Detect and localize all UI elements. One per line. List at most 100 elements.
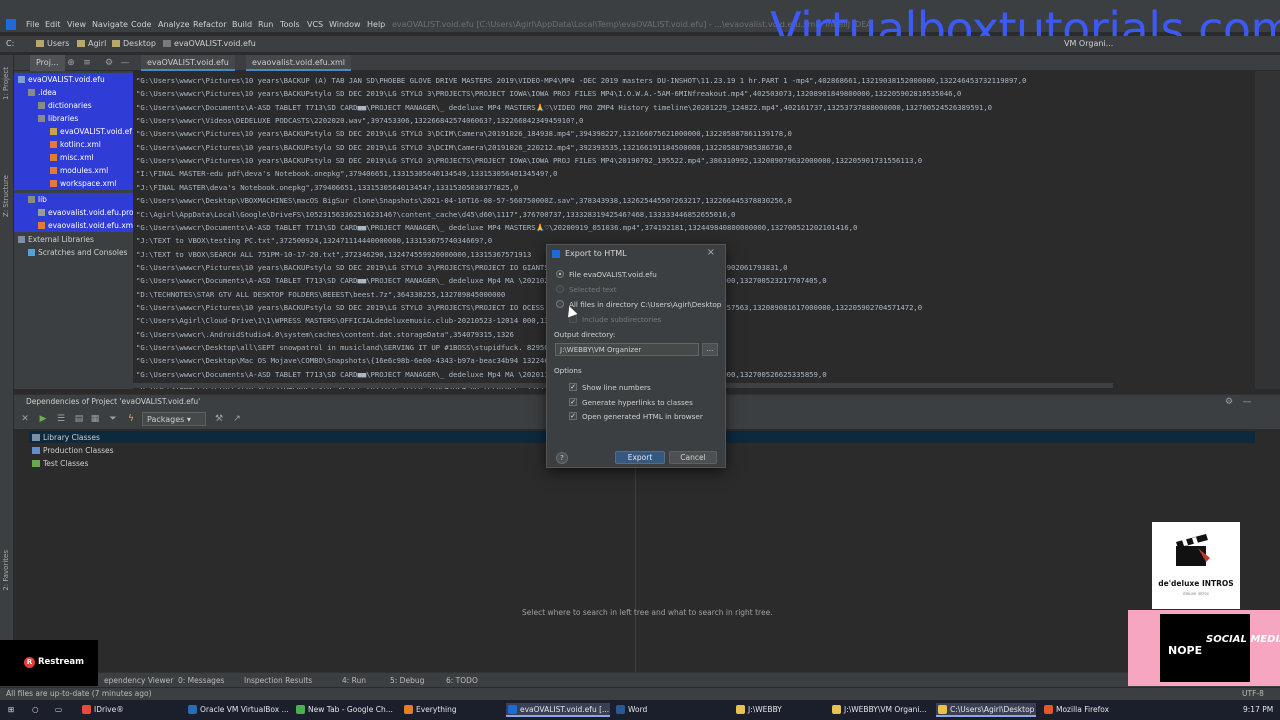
menu-analyze[interactable]: Analyze [158, 20, 190, 29]
breadcrumb-agirl[interactable]: Agirl [77, 39, 106, 48]
app-icon [188, 705, 197, 714]
menu-file[interactable]: File [26, 20, 39, 29]
taskbar-item[interactable]: IDrive® [80, 703, 170, 717]
tree-item-misc[interactable]: misc.xml [14, 151, 133, 164]
menu-edit[interactable]: Edit [45, 20, 61, 29]
tab-project[interactable]: Proj... [30, 55, 65, 71]
tree-item-idea[interactable]: .idea [14, 86, 133, 99]
dep-library-classes[interactable]: Library Classes [32, 433, 100, 442]
tree-item-workspace[interactable]: workspace.xml [14, 177, 133, 190]
encoding-indicator[interactable]: UTF-8 [1242, 689, 1264, 698]
target-icon[interactable]: ⊕ [66, 58, 76, 68]
lightning-icon[interactable]: ϟ [126, 414, 136, 424]
tree-icon[interactable]: ▤ [74, 414, 84, 424]
hide-panel-icon[interactable]: — [1242, 397, 1252, 407]
left-tool-strip: 1: Project Z: Structure 2: Favorites [0, 55, 14, 687]
menu-tools[interactable]: Tools [280, 20, 300, 29]
tree-item-lib[interactable]: lib [14, 193, 133, 206]
tree-item-dictionaries[interactable]: dictionaries [14, 99, 133, 112]
tab-inspection-results[interactable]: Inspection Results [244, 676, 312, 685]
close-icon[interactable]: ✕ [20, 414, 30, 424]
tab-todo[interactable]: 6: TODO [446, 676, 478, 685]
hide-icon[interactable]: — [120, 58, 130, 68]
tree-item-root[interactable]: evaOVALIST.void.efu [14, 73, 133, 86]
tree-item-kotlinc[interactable]: kotlinc.xml [14, 138, 133, 151]
dependency-left-tree[interactable] [14, 430, 636, 672]
editor-tab-efu[interactable]: evaOVALIST.void.efu [141, 55, 235, 71]
menu-vcs[interactable]: VCS [307, 20, 323, 29]
rerun-icon[interactable]: ▶ [38, 414, 48, 424]
checkbox-hyperlinks[interactable]: ✓ [569, 398, 577, 406]
radio-selected-text[interactable] [556, 285, 564, 293]
clock[interactable]: 9:17 PM [1243, 705, 1273, 714]
filter-icon[interactable]: ⏷ [108, 414, 118, 424]
taskbar-item[interactable]: Everything [402, 703, 494, 717]
radio-file[interactable] [556, 270, 564, 278]
start-icon[interactable]: ⊞ [8, 705, 14, 714]
run-config-select[interactable]: VM Organi... [1064, 39, 1113, 48]
scope-select[interactable]: Packages ▾ [142, 412, 206, 426]
output-directory-field[interactable]: J:\WEBBY\VM Organizer [555, 343, 699, 356]
tab-debug[interactable]: 5: Debug [390, 676, 424, 685]
taskbar-item[interactable]: C:\Users\Agirl\Desktop [936, 703, 1036, 717]
menu-navigate[interactable]: Navigate [92, 20, 128, 29]
dep-test-classes[interactable]: Test Classes [32, 459, 88, 468]
taskbar-item[interactable]: J:\WEBBY\VM Organi... [830, 703, 930, 717]
tree-item-libraries[interactable]: libraries [14, 112, 133, 125]
taskbar-item[interactable]: Oracle VM VirtualBox ... [186, 703, 289, 717]
taskbar-item[interactable]: J:\WEBBY [734, 703, 824, 717]
list-icon[interactable]: ☰ [56, 414, 66, 424]
intros-title: de'deluxe INTROS [1158, 579, 1234, 588]
search-icon[interactable]: ○ [32, 705, 39, 714]
taskbar-item[interactable]: New Tab - Google Ch... [294, 703, 394, 717]
tree-item-proj[interactable]: evaovalist.void.efu.proj [14, 206, 136, 219]
cancel-button[interactable]: Cancel [669, 451, 717, 464]
checkbox-show-line-numbers[interactable]: ✓ [569, 383, 577, 391]
tree-item-modules[interactable]: modules.xml [14, 164, 133, 177]
close-icon[interactable]: × [707, 247, 715, 258]
task-view-icon[interactable]: ▭ [55, 705, 62, 714]
tree-item-scratches[interactable]: Scratches and Consoles [14, 246, 133, 259]
menu-code[interactable]: Code [131, 20, 151, 29]
settings-gear-icon[interactable]: ⚙ [1224, 397, 1234, 407]
help-button[interactable]: ? [556, 452, 568, 464]
editor-scrollbar[interactable] [1255, 71, 1280, 389]
taskbar-item[interactable]: evaOVALIST.void.efu [... [506, 703, 610, 717]
breadcrumb-desktop[interactable]: Desktop [112, 39, 156, 48]
breadcrumb-users[interactable]: Users [36, 39, 69, 48]
menu-run[interactable]: Run [258, 20, 273, 29]
taskbar-item[interactable]: Word [614, 703, 714, 717]
tab-run[interactable]: 4: Run [342, 676, 366, 685]
settings-gear-icon[interactable]: ⚙ [104, 58, 114, 68]
tool-window-project[interactable]: 1: Project [2, 67, 10, 100]
tool-window-favorites[interactable]: 2: Favorites [2, 550, 10, 591]
menu-help[interactable]: Help [367, 20, 385, 29]
tree-item-iml[interactable]: evaOVALIST.void.ef [14, 125, 133, 138]
taskbar-item[interactable]: Mozilla Firefox [1042, 703, 1128, 717]
tree-item-external-libraries[interactable]: External Libraries [14, 233, 133, 246]
tool-window-structure[interactable]: Z: Structure [2, 175, 10, 217]
code-line: "G:\Users\wwwcr\Videos\DEDELUXE PODCASTS… [136, 116, 584, 126]
wrench-icon[interactable]: ⚒ [214, 414, 224, 424]
group-icon[interactable]: ▦ [90, 414, 100, 424]
menu-window[interactable]: Window [329, 20, 361, 29]
menu-build[interactable]: Build [232, 20, 252, 29]
export-icon[interactable]: ↗ [232, 414, 242, 424]
export-button[interactable]: Export [615, 451, 665, 464]
breadcrumb-drive[interactable]: C: [6, 39, 14, 48]
tab-dependency-viewer[interactable]: ependency Viewer [104, 676, 173, 685]
menu-view[interactable]: View [67, 20, 86, 29]
tab-messages[interactable]: 0: Messages [178, 676, 224, 685]
collapse-icon[interactable]: ≡ [82, 58, 92, 68]
radio-all-files[interactable] [556, 300, 564, 308]
dependency-hint: Select where to search in left tree and … [522, 608, 773, 617]
breadcrumb-file[interactable]: evaOVALIST.void.efu [163, 39, 256, 48]
code-line: "G:\Users\wwwcr\Pictures\10 years\BACKUP… [136, 156, 923, 166]
editor-tab-xml[interactable]: evaovalist.void.efu.xml [246, 55, 351, 71]
dep-production-classes[interactable]: Production Classes [32, 446, 114, 455]
checkbox-open-in-browser[interactable]: ✓ [569, 412, 577, 420]
taskbar-item-label: C:\Users\Agirl\Desktop [950, 705, 1035, 714]
browse-button[interactable]: ... [702, 343, 718, 356]
menu-refactor[interactable]: Refactor [193, 20, 227, 29]
tree-item-xml[interactable]: evaovalist.void.efu.xml [14, 219, 135, 232]
